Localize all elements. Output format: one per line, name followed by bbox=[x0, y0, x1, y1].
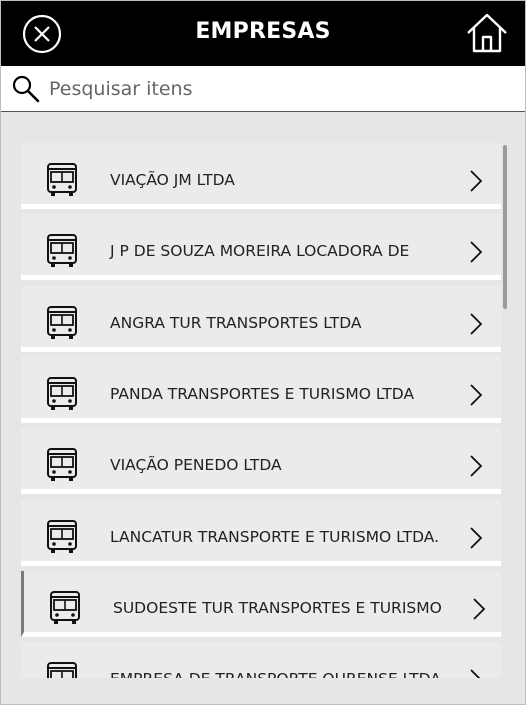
list-item[interactable]: J P DE SOUZA MOREIRA LOCADORA DE bbox=[21, 214, 501, 281]
list-item[interactable]: VIAÇÃO PENEDO LTDA bbox=[21, 428, 501, 495]
list-item-label: PANDA TRANSPORTES E TURISMO LTDA bbox=[110, 384, 415, 403]
home-button[interactable] bbox=[465, 11, 509, 55]
list-item[interactable]: SUDOESTE TUR TRANSPORTES E TURISMO bbox=[21, 570, 501, 637]
bus-icon bbox=[47, 519, 77, 553]
list-item-label: ANGRA TUR TRANSPORTES LTDA bbox=[110, 313, 362, 332]
bus-icon bbox=[47, 662, 77, 678]
list-item-label: VIAÇÃO PENEDO LTDA bbox=[110, 456, 282, 475]
list-item[interactable]: VIAÇÃO JM LTDA bbox=[21, 143, 501, 209]
page-title: EMPRESAS bbox=[195, 19, 331, 44]
list-item-label: SUDOESTE TUR TRANSPORTES E TURISMO bbox=[113, 598, 442, 617]
bus-icon bbox=[47, 448, 77, 482]
home-icon bbox=[467, 13, 507, 53]
chevron-right-icon bbox=[470, 241, 483, 263]
list-item[interactable]: LANCATUR TRANSPORTE E TURISMO LTDA. bbox=[21, 499, 501, 566]
bus-icon bbox=[47, 234, 77, 268]
chevron-right-icon bbox=[470, 455, 483, 477]
list-item[interactable]: EMPRESA DE TRANSPORTE OURENSE LTDA bbox=[21, 642, 501, 678]
bus-icon bbox=[47, 376, 77, 410]
chevron-right-icon bbox=[470, 526, 483, 549]
company-list: VIAÇÃO JM LTDA J P DE SOUZA MOREIRA LOCAD… bbox=[21, 143, 501, 678]
header-bar: EMPRESAS bbox=[1, 1, 525, 66]
bus-icon bbox=[47, 305, 77, 339]
list-item[interactable]: PANDA TRANSPORTES E TURISMO LTDA bbox=[21, 356, 501, 423]
list-item-label: LANCATUR TRANSPORTE E TURISMO LTDA. bbox=[110, 527, 440, 546]
chevron-right-icon bbox=[470, 669, 481, 678]
search-input[interactable] bbox=[49, 72, 509, 106]
scrollbar[interactable] bbox=[503, 145, 507, 309]
list-item-label: VIAÇÃO JM LTDA bbox=[110, 171, 235, 189]
chevron-right-icon bbox=[470, 384, 483, 406]
list-item-label: J P DE SOUZA MOREIRA LOCADORA DE bbox=[110, 242, 410, 261]
chevron-right-icon bbox=[470, 170, 483, 192]
search-bar bbox=[1, 66, 525, 112]
list-item-label: EMPRESA DE TRANSPORTE OURENSE LTDA bbox=[110, 670, 441, 678]
bus-icon bbox=[50, 590, 80, 624]
search-icon bbox=[12, 75, 40, 103]
chevron-right-icon bbox=[470, 312, 483, 335]
list-item[interactable]: ANGRA TUR TRANSPORTES LTDA bbox=[21, 285, 501, 352]
chevron-right-icon bbox=[473, 598, 486, 620]
bus-icon bbox=[47, 163, 77, 196]
app-window: EMPRESAS VIAÇÃO JM LTDA J P DE SOUZA MORE… bbox=[0, 0, 526, 705]
